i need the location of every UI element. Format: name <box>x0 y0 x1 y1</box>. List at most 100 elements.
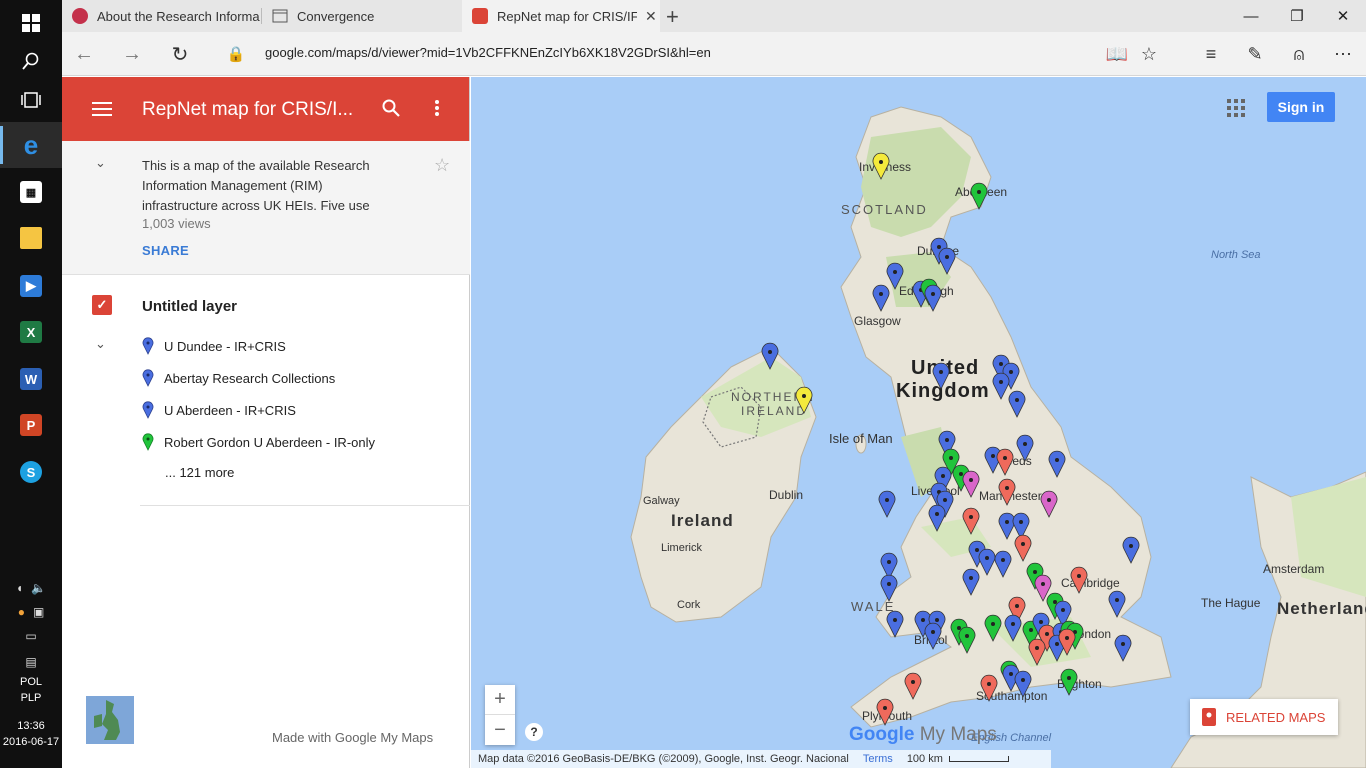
back-button[interactable]: ← <box>62 32 106 76</box>
tab-research-information[interactable]: About the Research Informa <box>62 0 262 32</box>
feature-item[interactable]: U Aberdeen - IR+CRIS <box>142 400 296 420</box>
blue-map-marker[interactable] <box>1108 590 1126 618</box>
restore-button[interactable]: ❐ <box>1274 0 1320 32</box>
made-with-link[interactable]: Made with Google My Maps <box>272 730 433 745</box>
taskbar-edge[interactable]: e <box>0 122 62 168</box>
pink-map-marker[interactable] <box>1040 490 1058 518</box>
ellipsis-icon: ⋯ <box>1334 43 1352 64</box>
favorite-button[interactable]: ☆ <box>1127 32 1171 76</box>
battery-icon[interactable]: ◖ <box>16 581 23 595</box>
blue-map-marker[interactable] <box>962 568 980 596</box>
taskbar-word[interactable]: W <box>0 356 62 402</box>
red-map-marker[interactable] <box>962 507 980 535</box>
tab-repnet-map[interactable]: RepNet map for CRIS/IF ✕ <box>462 0 660 32</box>
blue-map-marker[interactable] <box>886 262 904 290</box>
menu-icon[interactable] <box>92 101 112 117</box>
network-icon[interactable]: ▣ <box>33 605 44 619</box>
notification-app-icon[interactable]: ● <box>18 605 25 619</box>
hub-button[interactable]: ≡ <box>1189 32 1233 76</box>
blue-map-marker[interactable] <box>761 342 779 370</box>
url-field[interactable]: google.com/maps/d/viewer?mid=1Vb2CFFKNEn… <box>265 45 711 60</box>
red-map-marker[interactable] <box>980 674 998 702</box>
clock-time: 13:36 <box>17 720 45 732</box>
yellow-map-marker[interactable] <box>795 386 813 414</box>
new-tab-button[interactable]: + <box>666 4 679 30</box>
blue-map-marker[interactable] <box>924 622 942 650</box>
blue-map-marker[interactable] <box>938 247 956 275</box>
web-note-button[interactable]: ✎ <box>1233 32 1277 76</box>
basemap-thumbnail[interactable] <box>86 696 134 744</box>
blue-map-marker[interactable] <box>998 512 1016 540</box>
blue-map-marker[interactable] <box>992 372 1010 400</box>
taskbar-file-explorer[interactable] <box>0 215 62 261</box>
clock[interactable]: 13:36 2016-06-17 <box>0 718 62 750</box>
more-features-link[interactable]: ... 121 more <box>165 465 234 480</box>
more-vert-icon[interactable] <box>434 99 440 117</box>
terms-link[interactable]: Terms <box>863 753 893 765</box>
input-language[interactable]: POL PLP <box>0 674 62 706</box>
blue-map-marker[interactable] <box>878 490 896 518</box>
sign-in-button[interactable]: Sign in <box>1267 92 1335 122</box>
green-map-marker[interactable] <box>1060 668 1078 696</box>
blue-map-marker[interactable] <box>932 362 950 390</box>
taskbar-skype[interactable]: S <box>0 449 62 495</box>
feature-item[interactable]: Abertay Research Collections <box>142 368 335 388</box>
task-view-button[interactable] <box>0 77 62 123</box>
zoom-in-button[interactable]: + <box>485 685 515 715</box>
close-tab-icon[interactable]: ✕ <box>645 8 657 25</box>
layer-checkbox[interactable]: ✓ <box>92 295 112 315</box>
red-map-marker[interactable] <box>1070 566 1088 594</box>
blue-map-marker[interactable] <box>1122 536 1140 564</box>
map-canvas[interactable]: SCOTLAND United Kingdom Ireland NORTHERN… <box>471 77 1366 768</box>
yellow-map-marker[interactable] <box>872 152 890 180</box>
display-icon[interactable]: ▭ <box>25 629 36 643</box>
blue-map-marker[interactable] <box>1008 390 1026 418</box>
taskbar-media[interactable]: ▶ <box>0 263 62 309</box>
blue-map-marker[interactable] <box>1014 670 1032 698</box>
red-map-marker[interactable] <box>1014 534 1032 562</box>
green-map-marker[interactable] <box>970 182 988 210</box>
taskbar-store[interactable]: ▦ <box>0 169 62 215</box>
red-map-marker[interactable] <box>1028 638 1046 666</box>
search-icon[interactable] <box>382 99 400 117</box>
green-map-marker[interactable] <box>958 626 976 654</box>
red-map-marker[interactable] <box>996 448 1014 476</box>
volume-icon[interactable]: 🔈 <box>31 581 46 595</box>
chevron-down-icon[interactable]: ⌄ <box>95 336 106 352</box>
feature-item[interactable]: U Dundee - IR+CRIS <box>142 336 286 356</box>
more-button[interactable]: ⋯ <box>1321 32 1365 76</box>
blue-map-marker[interactable] <box>1004 614 1022 642</box>
zoom-out-button[interactable]: − <box>485 715 515 745</box>
tab-convergence[interactable]: Convergence <box>262 0 462 32</box>
blue-map-marker[interactable] <box>924 284 942 312</box>
action-center-icon[interactable]: ▤ <box>25 655 36 669</box>
share-link[interactable]: SHARE <box>142 243 189 258</box>
refresh-button[interactable]: ↻ <box>158 32 202 76</box>
red-map-marker[interactable] <box>876 698 894 726</box>
blue-map-marker[interactable] <box>1114 634 1132 662</box>
share-button[interactable]: ⍝ <box>1277 32 1321 76</box>
feature-item[interactable]: Robert Gordon U Aberdeen - IR-only <box>142 432 375 452</box>
blue-map-marker[interactable] <box>1048 450 1066 478</box>
blue-map-marker[interactable] <box>994 550 1012 578</box>
green-map-marker[interactable] <box>984 614 1002 642</box>
blue-map-marker[interactable] <box>880 574 898 602</box>
apps-grid-icon[interactable] <box>1227 99 1245 117</box>
help-button[interactable]: ? <box>525 723 543 741</box>
forward-button[interactable]: → <box>110 32 154 76</box>
blue-map-marker[interactable] <box>886 610 904 638</box>
red-map-marker[interactable] <box>998 478 1016 506</box>
taskbar-excel[interactable]: X <box>0 309 62 355</box>
blue-map-marker[interactable] <box>1016 434 1034 462</box>
red-map-marker[interactable] <box>904 672 922 700</box>
star-icon[interactable]: ☆ <box>434 155 450 176</box>
chevron-down-icon[interactable]: ⌄ <box>95 155 106 171</box>
pink-map-marker[interactable] <box>962 470 980 498</box>
taskbar-powerpoint[interactable]: P <box>0 402 62 448</box>
blue-map-marker[interactable] <box>978 548 996 576</box>
blue-map-marker[interactable] <box>928 504 946 532</box>
minimize-button[interactable]: — <box>1228 0 1274 32</box>
related-maps-button[interactable]: RELATED MAPS <box>1190 699 1338 735</box>
blue-map-marker[interactable] <box>872 284 890 312</box>
close-window-button[interactable]: ✕ <box>1320 0 1366 32</box>
